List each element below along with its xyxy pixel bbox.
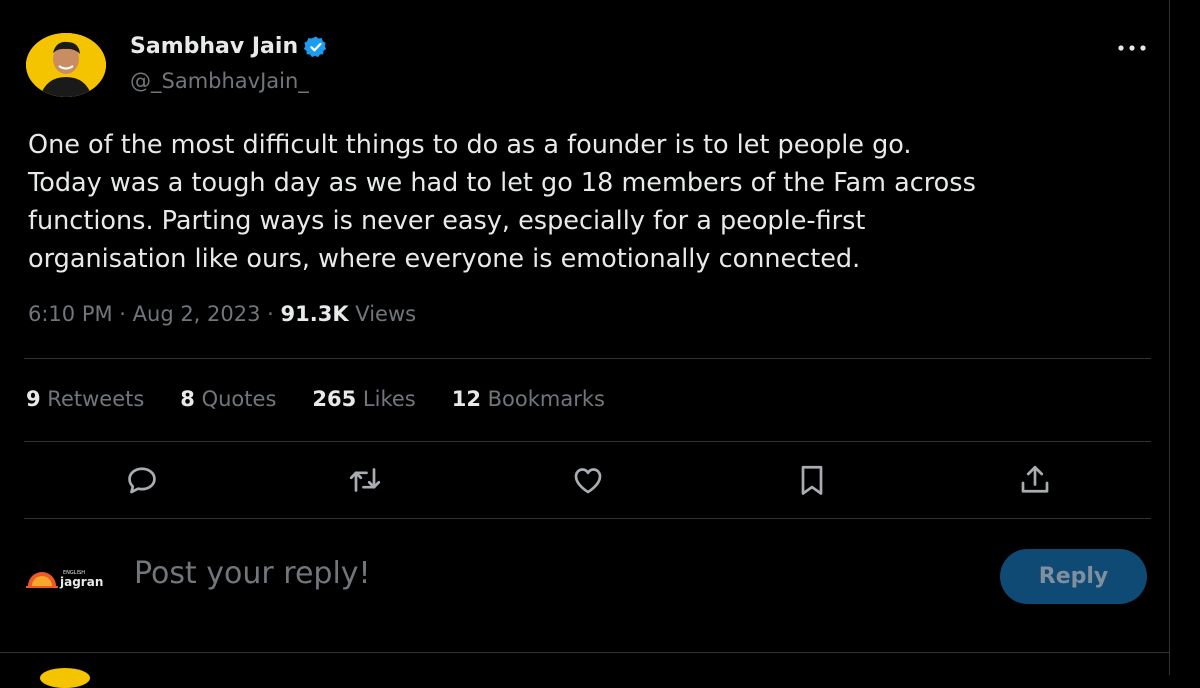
likes-label: Likes — [356, 387, 416, 411]
reply-icon[interactable] — [122, 460, 162, 500]
bookmarks-count: 12 — [451, 387, 481, 411]
tweet-line: organisation like ours, where everyone i… — [28, 244, 861, 274]
bookmarks-label: Bookmarks — [480, 387, 605, 411]
divider — [24, 518, 1151, 519]
tweet-meta: 6:10 PM · Aug 2, 2023 · 91.3K Views — [28, 302, 416, 326]
retweets-count: 9 — [26, 387, 41, 411]
more-options-icon[interactable] — [1115, 38, 1149, 58]
author-avatar[interactable] — [26, 33, 106, 97]
divider — [24, 358, 1151, 359]
verified-badge-icon — [304, 35, 328, 59]
retweets-stat[interactable]: 9 Retweets — [26, 387, 144, 411]
retweets-label: Retweets — [40, 387, 145, 411]
divider — [24, 441, 1151, 442]
tweet-line: functions. Parting ways is never easy, e… — [28, 206, 866, 236]
tweet-detail: Sambhav Jain @_SambhavJain_ One of the m… — [0, 0, 1170, 688]
reply-button[interactable]: Reply — [1000, 549, 1147, 604]
quotes-count: 8 — [180, 387, 195, 411]
tweet-text: One of the most difficult things to do a… — [28, 126, 1163, 278]
tweet-line: Today was a tough day as we had to let g… — [28, 168, 976, 198]
views-count: 91.3K — [280, 302, 349, 326]
quotes-label: Quotes — [194, 387, 277, 411]
avatar-photo — [26, 33, 106, 97]
retweet-icon[interactable] — [345, 460, 385, 500]
tweet-timestamp[interactable]: 6:10 PM · Aug 2, 2023 · — [28, 302, 281, 326]
next-reply-avatar[interactable] — [40, 668, 90, 688]
share-icon[interactable] — [1015, 460, 1055, 500]
views-label: Views — [348, 302, 417, 326]
author-name-row: Sambhav Jain — [130, 34, 328, 59]
author-name[interactable]: Sambhav Jain — [130, 34, 298, 59]
tweet-line: One of the most difficult things to do a… — [28, 130, 912, 160]
bookmark-icon[interactable] — [792, 460, 832, 500]
divider — [0, 652, 1169, 653]
logo-text: jagran — [59, 575, 103, 589]
like-icon[interactable] — [568, 460, 608, 500]
reply-input[interactable] — [134, 556, 754, 591]
likes-count: 265 — [312, 387, 357, 411]
bookmarks-stat[interactable]: 12 Bookmarks — [452, 387, 605, 411]
jagran-logo: ENGLISH jagran — [26, 564, 108, 592]
action-bar — [0, 460, 1169, 504]
quotes-stat[interactable]: 8 Quotes — [180, 387, 276, 411]
author-handle[interactable]: @_SambhavJain_ — [130, 69, 309, 93]
likes-stat[interactable]: 265 Likes — [312, 387, 415, 411]
engagement-stats: 9 Retweets 8 Quotes 265 Likes 12 Bookmarks — [26, 387, 641, 411]
